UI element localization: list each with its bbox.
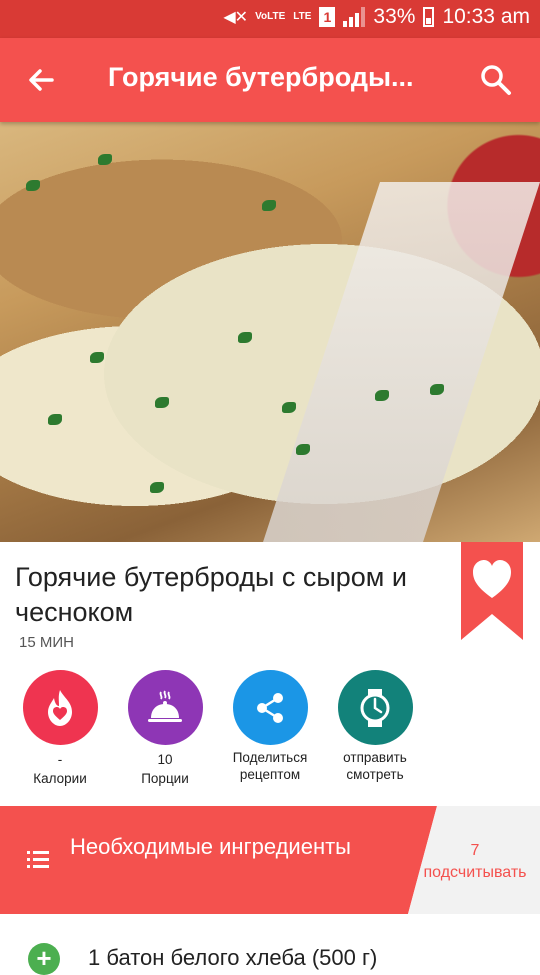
send-to-watch-label: отправить смотреть bbox=[343, 750, 407, 782]
servings-action[interactable]: 10 Порции bbox=[105, 670, 225, 787]
recipe-photo bbox=[0, 122, 540, 542]
send-to-watch-action[interactable]: отправить смотреть bbox=[315, 670, 435, 783]
ingredients-count-button[interactable]: 7 подсчитывать bbox=[410, 840, 540, 884]
recipe-title: Горячие бутерброды с сыром и чесноком bbox=[15, 562, 407, 627]
sim-indicator: 1 bbox=[319, 7, 336, 27]
volte-indicator: VoLTE bbox=[255, 11, 286, 22]
recipe-actions: - Калории 10 Порции Поделиться рецептом bbox=[0, 670, 540, 790]
app-bar-title: Горячие бутерброды... bbox=[108, 62, 414, 92]
servings-label: Порции bbox=[141, 771, 189, 786]
clock: 10:33 am bbox=[442, 5, 530, 28]
share-recipe-action[interactable]: Поделиться рецептом bbox=[210, 670, 330, 783]
ingredients-count-label: подсчитывать bbox=[423, 864, 527, 881]
calories-value: - bbox=[57, 752, 63, 767]
share-icon[interactable] bbox=[232, 670, 308, 745]
app-bar: Горячие бутерброды... bbox=[0, 38, 540, 122]
battery-icon bbox=[423, 7, 435, 27]
calories-action[interactable]: - Калории bbox=[0, 670, 120, 787]
lte-indicator: LTE bbox=[293, 11, 312, 22]
ingredient-row: + 1 батон белого хлеба (500 г) bbox=[0, 935, 540, 975]
signal-icon bbox=[343, 7, 366, 27]
search-icon[interactable] bbox=[478, 62, 514, 98]
status-bar: ◀✕ VoLTE LTE 1 33% 10:33 am bbox=[0, 0, 540, 38]
cook-time: 15 МИН bbox=[19, 634, 74, 651]
ingredient-text: 1 батон белого хлеба (500 г) bbox=[88, 945, 378, 970]
ingredients-header: Необходимые ингредиенты 7 подсчитывать bbox=[0, 806, 540, 914]
ingredients-count: 7 bbox=[470, 842, 480, 859]
back-arrow-icon[interactable] bbox=[22, 60, 62, 100]
share-recipe-label: Поделиться рецептом bbox=[232, 750, 308, 782]
mute-icon: ◀✕ bbox=[223, 9, 248, 26]
ingredients-title: Необходимые ингредиенты bbox=[70, 834, 351, 859]
battery-percent: 33% bbox=[373, 5, 416, 28]
servings-value: 10 bbox=[157, 752, 173, 767]
add-ingredient-icon[interactable]: + bbox=[28, 943, 60, 975]
serving-dish-icon[interactable] bbox=[127, 670, 203, 745]
watch-icon[interactable] bbox=[337, 670, 413, 745]
calories-label: Калории bbox=[33, 771, 87, 786]
list-icon bbox=[27, 851, 49, 868]
calories-icon[interactable] bbox=[22, 670, 98, 745]
favorite-bookmark-button[interactable] bbox=[461, 542, 523, 640]
